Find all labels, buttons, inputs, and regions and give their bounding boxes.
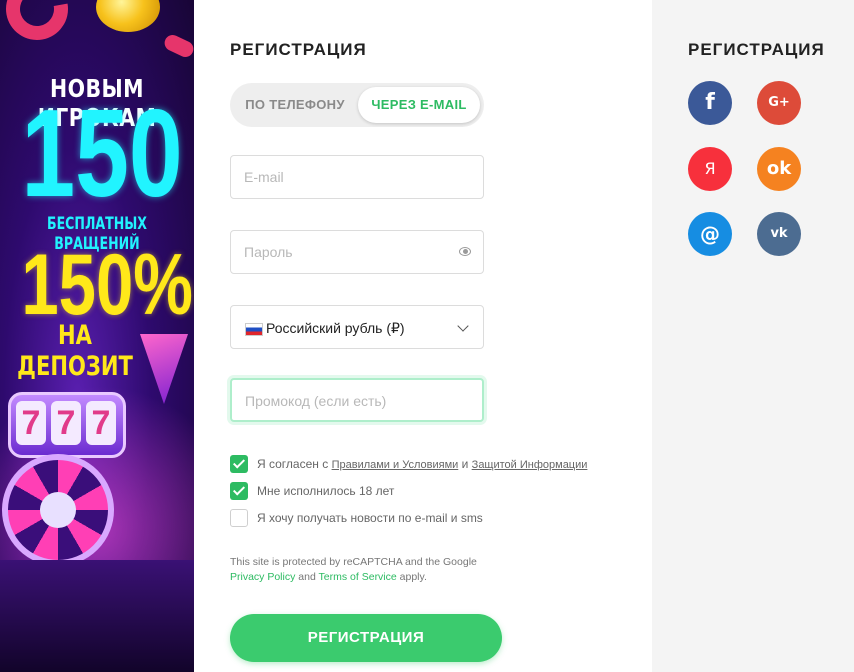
slot-machine-icon: 777 (8, 392, 126, 458)
age-label: Мне исполнилось 18 лет (257, 484, 395, 498)
yandex-icon[interactable]: Я (688, 147, 732, 191)
recaptcha-and: and (298, 571, 316, 583)
pin-icon (162, 32, 194, 60)
promo-deposit-percent: 150% (21, 237, 193, 333)
recaptcha-notice: This site is protected by reCAPTCHA and … (230, 555, 500, 585)
privacy-protection-link[interactable]: Защитой Информации (472, 459, 588, 471)
registration-form: РЕГИСТРАЦИЯ ПО ТЕЛЕФОНУ ЧЕРЕЗ E-MAIL Рос… (194, 0, 652, 672)
terms-label: Я согласен с Правилами и Условиями и Защ… (257, 455, 587, 474)
chevron-down-icon (457, 320, 469, 332)
rules-link[interactable]: Правилами и Условиями (332, 459, 459, 471)
terms-of-service-link[interactable]: Terms of Service (319, 571, 397, 583)
promo-deposit-label: НА ДЕПОЗИТ (17, 320, 133, 382)
vk-icon[interactable]: vk (757, 212, 801, 256)
tab-by-phone[interactable]: ПО ТЕЛЕФОНУ (236, 83, 354, 127)
slot-reel: 7 (16, 401, 46, 445)
promo-free-spins-count: 150 (21, 85, 183, 223)
form-title: РЕГИСТРАЦИЯ (230, 40, 367, 59)
newsletter-label: Я хочу получать новости по e-mail и sms (257, 511, 483, 525)
google-plus-icon[interactable]: G+ (757, 81, 801, 125)
mailru-icon[interactable]: @ (688, 212, 732, 256)
coin-icon (96, 0, 160, 32)
terms-checkbox[interactable] (230, 455, 248, 473)
recaptcha-apply: apply. (399, 571, 427, 583)
registration-method-toggle: ПО ТЕЛЕФОНУ ЧЕРЕЗ E-MAIL (230, 83, 484, 127)
privacy-policy-link[interactable]: Privacy Policy (230, 571, 295, 583)
roulette-wheel-icon (2, 454, 114, 566)
recaptcha-text: This site is protected by reCAPTCHA and … (230, 556, 477, 568)
slot-reel: 7 (86, 401, 116, 445)
social-registration: РЕГИСТРАЦИЯ f G+ Я ok @ vk (652, 0, 854, 672)
magnet-icon (0, 0, 81, 53)
slot-reel: 7 (51, 401, 81, 445)
promo-banner[interactable]: НОВЫМ ИГРОКАМ 150 БЕСПЛАТНЫХ ВРАЩЕНИЙ 15… (0, 0, 194, 672)
password-field (230, 230, 484, 274)
tab-by-email[interactable]: ЧЕРЕЗ E-MAIL (358, 87, 480, 123)
currency-select[interactable]: Российский рубль (₽) (230, 305, 484, 349)
odnoklassniki-icon[interactable]: ok (757, 147, 801, 191)
register-button[interactable]: РЕГИСТРАЦИЯ (230, 614, 502, 662)
promo-code-field (230, 378, 484, 422)
russia-flag-icon (245, 323, 263, 336)
promo-base (0, 560, 194, 672)
email-field (230, 155, 484, 199)
promo-code-input[interactable] (232, 380, 455, 422)
show-password-icon[interactable] (459, 247, 471, 256)
currency-value: Российский рубль (₽) (266, 320, 405, 336)
password-input[interactable] (231, 231, 454, 273)
newsletter-checkbox[interactable] (230, 509, 248, 527)
terms-text-before: Я согласен с (257, 457, 329, 471)
terms-text-mid: и (461, 457, 469, 471)
age-checkbox[interactable] (230, 482, 248, 500)
facebook-icon[interactable]: f (688, 81, 732, 125)
email-input[interactable] (231, 156, 454, 198)
social-title: РЕГИСТРАЦИЯ (688, 40, 825, 59)
